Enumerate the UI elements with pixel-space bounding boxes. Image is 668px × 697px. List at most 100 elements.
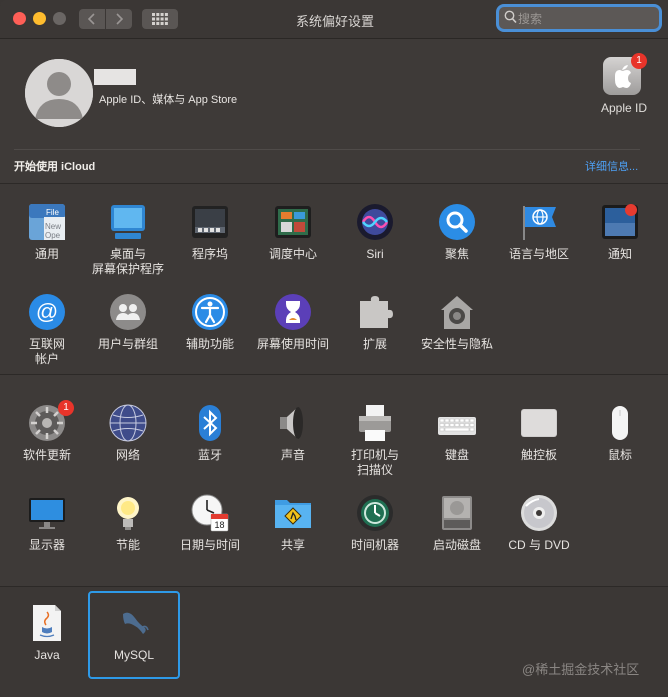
- pref-label: 打印机与 扫描仪: [350, 448, 399, 477]
- pref-label: 语言与地区: [508, 247, 569, 261]
- users-groups-icon: [110, 294, 146, 330]
- pref-spotlight[interactable]: 聚焦: [416, 203, 498, 262]
- pref-label: Siri: [366, 247, 384, 261]
- pref-network[interactable]: 网络: [87, 404, 169, 463]
- pref-label: 互联网 帐户: [28, 337, 65, 366]
- forward-button[interactable]: [106, 9, 132, 29]
- general-icon: File New Ope: [29, 204, 65, 240]
- pref-siri[interactable]: Siri: [334, 203, 416, 262]
- pref-label: 软件更新: [22, 448, 71, 462]
- search-field[interactable]: 搜索: [499, 7, 659, 29]
- pref-mysql[interactable]: MySQL: [93, 604, 175, 663]
- pref-label: 通用: [34, 247, 59, 261]
- time-machine-icon: [357, 495, 393, 531]
- notifications-icon: [602, 204, 638, 239]
- pref-internet-accounts[interactable]: @ 互联网 帐户: [6, 293, 88, 367]
- close-button[interactable]: [13, 12, 26, 25]
- spotlight-icon: [439, 204, 475, 240]
- pref-label: Java: [34, 648, 60, 662]
- svg-text:New: New: [45, 222, 61, 231]
- pref-label: MySQL: [113, 648, 154, 662]
- apple-id-button[interactable]: 1: [603, 53, 647, 95]
- search-placeholder: 搜索: [518, 12, 543, 26]
- icloud-label: 开始使用 iCloud: [14, 161, 96, 173]
- pref-energy-saver[interactable]: 节能: [87, 494, 169, 553]
- startup-disk-icon: [442, 496, 472, 530]
- pref-desktop-screensaver[interactable]: 桌面与 屏幕保护程序: [87, 203, 169, 277]
- pref-notifications[interactable]: 通知: [579, 203, 661, 262]
- sharing-icon: [275, 500, 311, 528]
- system-preferences-window: 系统偏好设置 搜索 Apple ID、媒体与 App Store 1 Apple…: [0, 0, 668, 697]
- pref-printers-scanners[interactable]: 打印机与 扫描仪: [334, 404, 416, 478]
- apple-id-label: Apple ID: [600, 101, 648, 115]
- pref-label: 屏幕使用时间: [256, 337, 329, 351]
- pref-label: 显示器: [28, 538, 65, 552]
- pref-label: 共享: [280, 538, 305, 552]
- pref-label: 触控板: [520, 448, 557, 462]
- minimize-button[interactable]: [33, 12, 46, 25]
- pref-label: 蓝牙: [197, 448, 222, 462]
- trackpad-icon: [521, 409, 557, 437]
- notification-badge: 1: [58, 400, 74, 416]
- avatar[interactable]: [25, 59, 93, 127]
- mysql-icon: [123, 612, 149, 634]
- pref-label: 辅助功能: [185, 337, 234, 351]
- pref-label: 程序坞: [191, 247, 228, 261]
- back-button[interactable]: [79, 9, 105, 29]
- pref-label: 时间机器: [350, 538, 399, 552]
- pref-time-machine[interactable]: 时间机器: [334, 494, 416, 553]
- pref-trackpad[interactable]: 触控板: [498, 404, 580, 463]
- printers-scanners-icon: [359, 405, 391, 441]
- security-privacy-icon: [441, 296, 473, 329]
- pref-label: 调度中心: [268, 247, 317, 261]
- pref-sharing[interactable]: 共享: [252, 494, 334, 553]
- window-title: 系统偏好设置: [295, 14, 374, 29]
- show-all-button[interactable]: [142, 9, 178, 29]
- pref-cd-dvd[interactable]: CD 与 DVD: [498, 494, 580, 553]
- date-time-icon: 18: [191, 494, 229, 532]
- pref-mouse[interactable]: 鼠标: [579, 404, 661, 463]
- user-silhouette-icon: [25, 59, 93, 127]
- watermark: @稀土掘金技术社区: [522, 662, 640, 677]
- java-icon: [33, 605, 61, 641]
- pref-sound[interactable]: 声音: [252, 404, 334, 463]
- pref-general[interactable]: File New Ope 通用: [6, 203, 88, 262]
- mission-control-icon: [275, 206, 311, 238]
- chevron-right-icon: [116, 13, 124, 25]
- svg-text:@: @: [36, 299, 58, 324]
- extensions-icon: [360, 296, 393, 328]
- pref-date-time[interactable]: 18 日期与时间: [169, 494, 251, 553]
- cd-dvd-icon: [521, 495, 557, 531]
- pref-startup-disk[interactable]: 启动磁盘: [416, 494, 498, 553]
- language-region-icon: [523, 206, 556, 240]
- icloud-details-link[interactable]: 详细信息...: [585, 158, 638, 174]
- mouse-icon: [612, 406, 628, 440]
- pref-bluetooth[interactable]: 蓝牙: [169, 404, 251, 463]
- pref-language-region[interactable]: 语言与地区: [498, 203, 580, 262]
- accessibility-icon: [192, 294, 228, 330]
- pref-label: 日期与时间: [179, 538, 240, 552]
- pref-extensions[interactable]: 扩展: [334, 293, 416, 352]
- notification-badge: 1: [631, 53, 647, 69]
- pref-label: 扩展: [362, 337, 387, 351]
- pref-screen-time[interactable]: 屏幕使用时间: [252, 293, 334, 352]
- pref-accessibility[interactable]: 辅助功能: [169, 293, 251, 352]
- pref-label: 安全性与隐私: [420, 337, 493, 351]
- pref-software-update[interactable]: 1 软件更新: [6, 400, 88, 463]
- pref-label: CD 与 DVD: [508, 538, 570, 552]
- desktop-screensaver-icon: [111, 205, 145, 239]
- grid-icon: [152, 13, 168, 25]
- pref-keyboard[interactable]: 键盘: [416, 404, 498, 463]
- divider: [14, 149, 640, 150]
- sound-icon: [280, 407, 303, 439]
- pref-users-groups[interactable]: 用户与群组: [87, 293, 169, 352]
- pref-mission-control[interactable]: 调度中心: [252, 203, 334, 262]
- svg-text:18: 18: [214, 520, 224, 530]
- pref-security-privacy[interactable]: 安全性与隐私: [416, 293, 498, 352]
- account-subtitle: Apple ID、媒体与 App Store: [99, 94, 238, 106]
- dock-icon: [192, 206, 228, 238]
- pref-displays[interactable]: 显示器: [6, 494, 88, 553]
- pref-dock[interactable]: 程序坞: [169, 203, 251, 262]
- zoom-button[interactable]: [53, 12, 66, 25]
- pref-java[interactable]: Java: [6, 604, 88, 663]
